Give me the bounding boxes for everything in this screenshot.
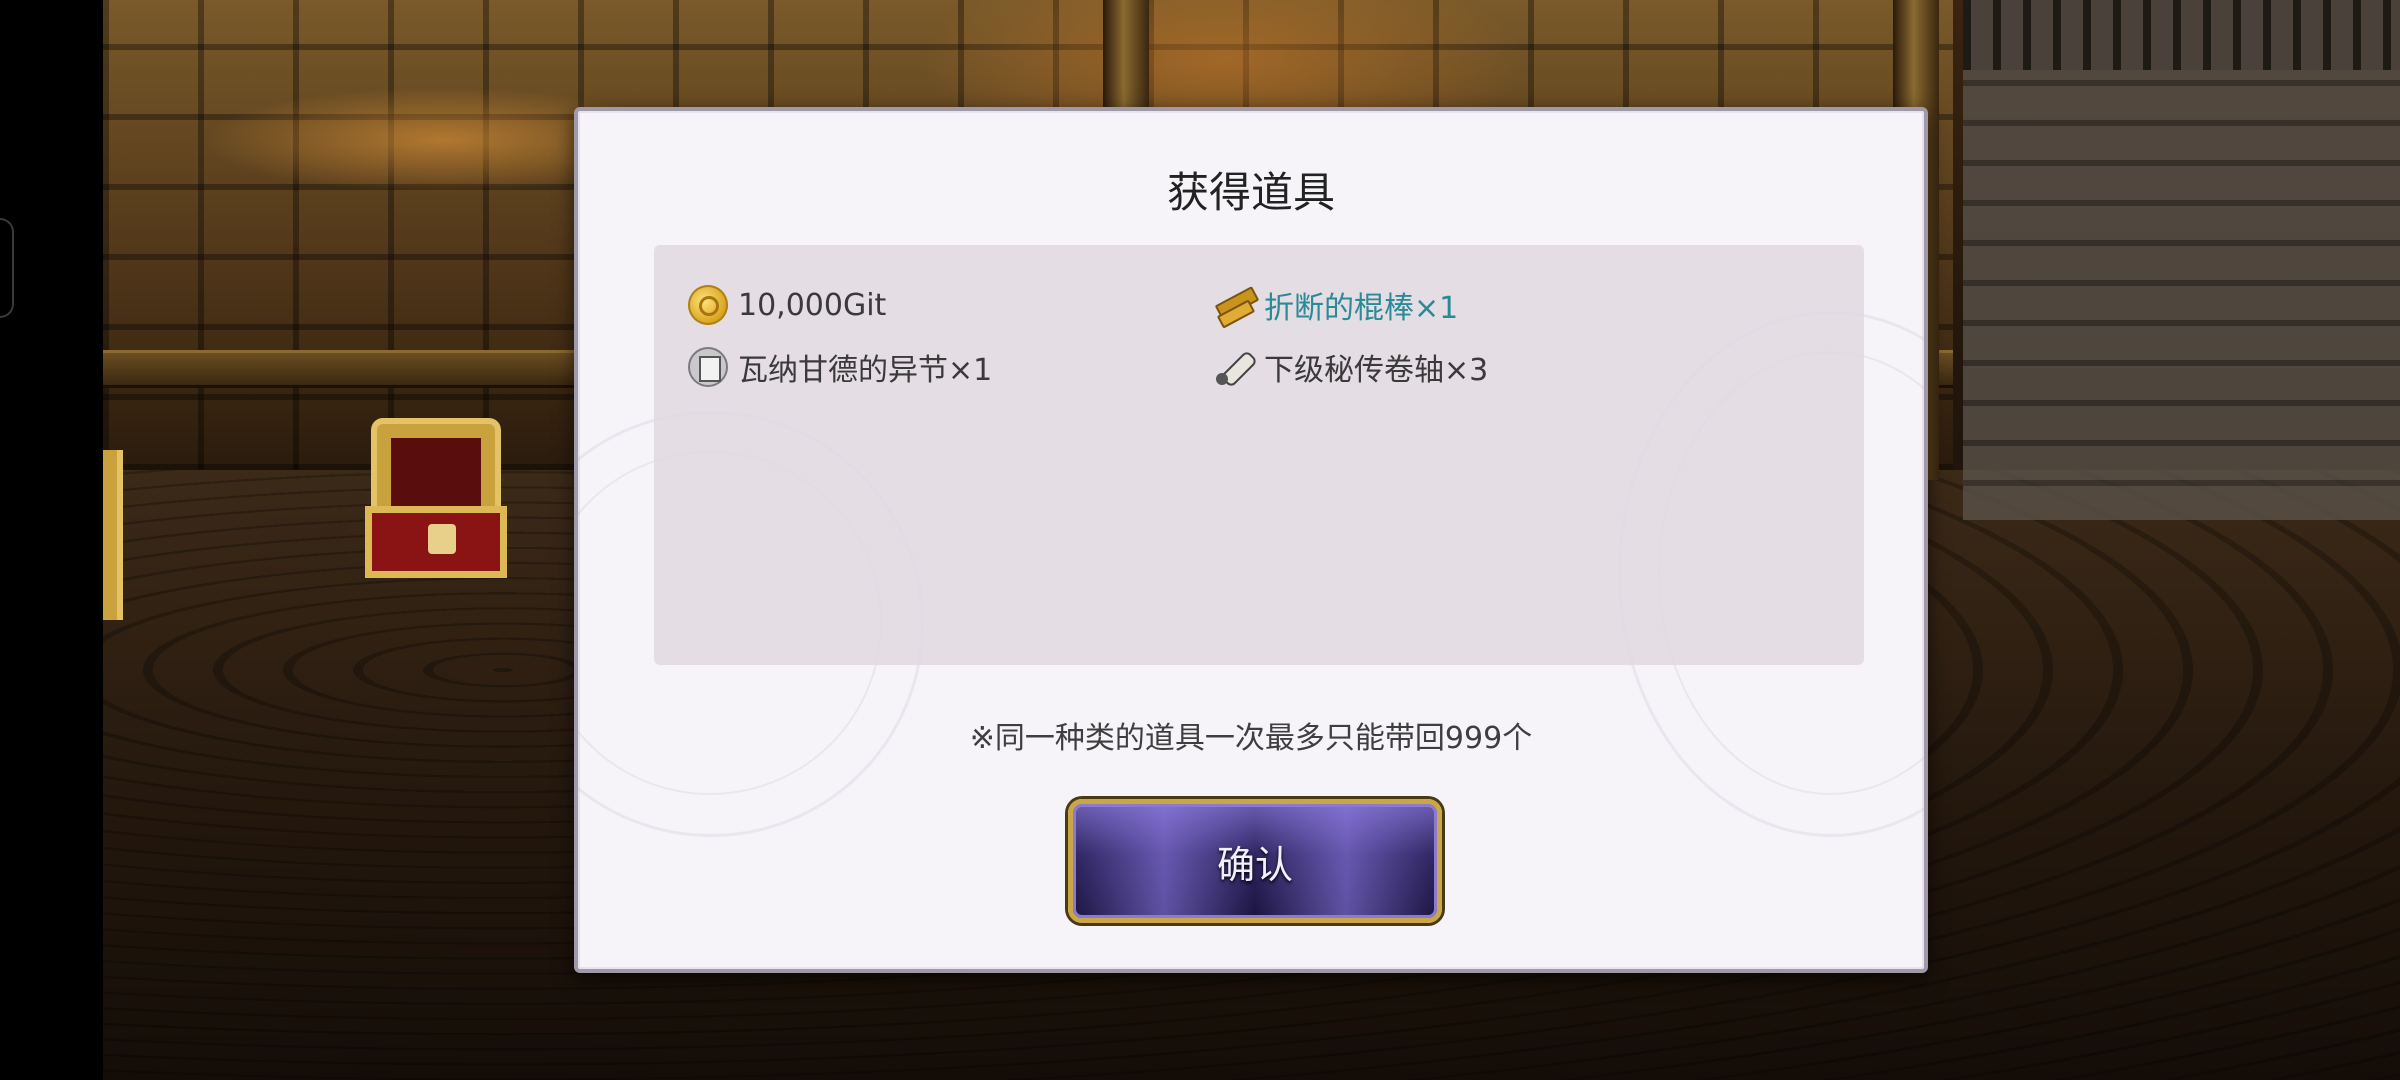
broken-stick-icon [1214,285,1254,325]
dialog-title: 获得道具 [1166,168,1335,217]
treasure-chest [365,418,507,578]
stairs [1963,0,2400,520]
confirm-button[interactable]: 确认 [1068,799,1442,923]
confirm-button-label: 确认 [1216,842,1293,887]
item-label: 10,000Git [738,287,887,323]
item-entry: 瓦纳甘德的异节×1 [688,345,992,389]
item-label: 下级秘传卷轴×3 [1264,353,1489,388]
item-entry: 10,000Git [688,283,886,327]
coin-icon [688,285,728,325]
side-handle[interactable] [0,218,14,318]
item-acquired-dialog: 获得道具 10,000Git 折断的棍棒×1 瓦纳甘德的异节×1 下级秘传卷轴×… [574,107,1928,973]
limit-note: ※同一种类的道具一次最多只能带回999个 [969,721,1533,756]
item-label: 瓦纳甘德的异节×1 [738,353,993,388]
items-panel: 10,000Git 折断的棍棒×1 瓦纳甘德的异节×1 下级秘传卷轴×3 [654,245,1864,665]
lock-icon [428,524,456,554]
item-entry: 折断的棍棒×1 [1214,283,1458,327]
item-entry: 下级秘传卷轴×3 [1214,345,1488,389]
portcullis [1963,0,2400,70]
treasure-chest-partial [103,450,123,620]
item-label: 折断的棍棒×1 [1264,291,1459,326]
scroll-icon [1214,347,1254,387]
left-bezel [0,0,103,1080]
book-icon [688,347,728,387]
